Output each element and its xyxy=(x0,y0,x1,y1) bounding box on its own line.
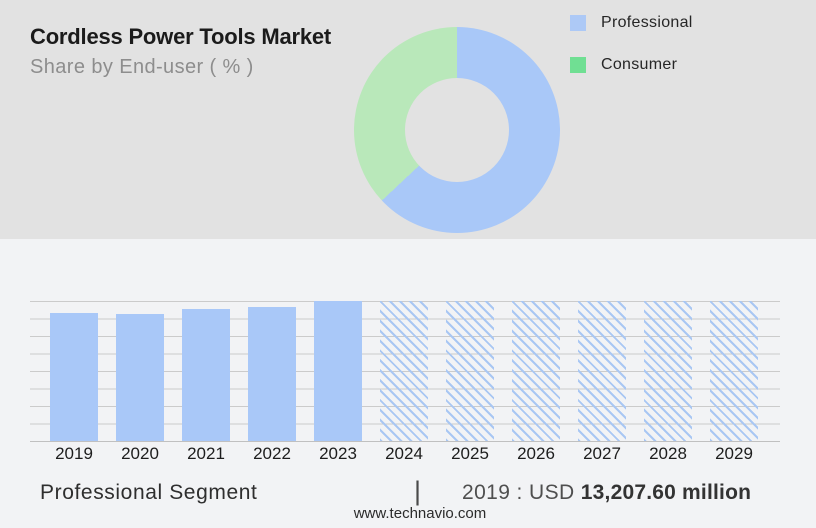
x-tick-2029: 2029 xyxy=(715,444,753,463)
x-tick-2020: 2020 xyxy=(121,444,159,463)
bar-2028 xyxy=(644,301,692,441)
x-tick-2022: 2022 xyxy=(253,444,291,463)
x-tick-2023: 2023 xyxy=(319,444,357,463)
chart-legend: Professional Consumer xyxy=(570,14,693,98)
x-tick-2026: 2026 xyxy=(517,444,555,463)
page-title: Cordless Power Tools Market xyxy=(30,24,332,49)
bar-2020 xyxy=(116,314,164,441)
legend-item-professional[interactable]: Professional xyxy=(570,14,693,32)
bar-2023 xyxy=(314,301,362,441)
bar-2025 xyxy=(446,301,494,441)
bar-plot xyxy=(30,301,780,442)
header-section: Cordless Power Tools Market Share by End… xyxy=(0,0,816,239)
donut-chart xyxy=(354,27,560,233)
bar-2027 xyxy=(578,301,626,441)
bar-2021 xyxy=(182,309,230,441)
x-tick-2028: 2028 xyxy=(649,444,687,463)
x-tick-2021: 2021 xyxy=(187,444,225,463)
professional-swatch-icon xyxy=(570,15,586,31)
infographic-canvas: Cordless Power Tools Market Share by End… xyxy=(0,0,816,528)
bar-2019 xyxy=(50,313,98,441)
x-tick-2025: 2025 xyxy=(451,444,489,463)
bar-2029 xyxy=(710,301,758,441)
consumer-swatch-icon xyxy=(570,57,586,73)
value-prefix: 2019 : USD xyxy=(462,481,581,504)
legend-label: Professional xyxy=(601,14,693,31)
bar-2024 xyxy=(380,301,428,441)
donut-hole xyxy=(405,78,509,182)
value-amount: 13,207.60 million xyxy=(580,481,752,504)
legend-label: Consumer xyxy=(601,56,678,73)
x-axis-labels: 2019 2020 2021 2022 2023 2024 2025 2026 2027 2028… xyxy=(30,444,780,466)
footer-value: 2019 : USD 13,207.60 million xyxy=(462,481,751,505)
bar-chart-section: 2019 2020 2021 2022 2023 2024 2025 2026 2027 2028… xyxy=(0,239,816,528)
legend-item-consumer[interactable]: Consumer xyxy=(570,56,693,74)
segment-label: Professional Segment xyxy=(40,481,258,504)
footer-divider: | xyxy=(414,476,422,506)
x-tick-2024: 2024 xyxy=(385,444,423,463)
bar-2026 xyxy=(512,301,560,441)
x-tick-2019: 2019 xyxy=(55,444,93,463)
x-tick-2027: 2027 xyxy=(583,444,621,463)
bar-2022 xyxy=(248,307,296,441)
website-link[interactable]: www.technavio.com xyxy=(12,505,816,522)
page-subtitle: Share by End-user ( % ) xyxy=(30,56,254,78)
